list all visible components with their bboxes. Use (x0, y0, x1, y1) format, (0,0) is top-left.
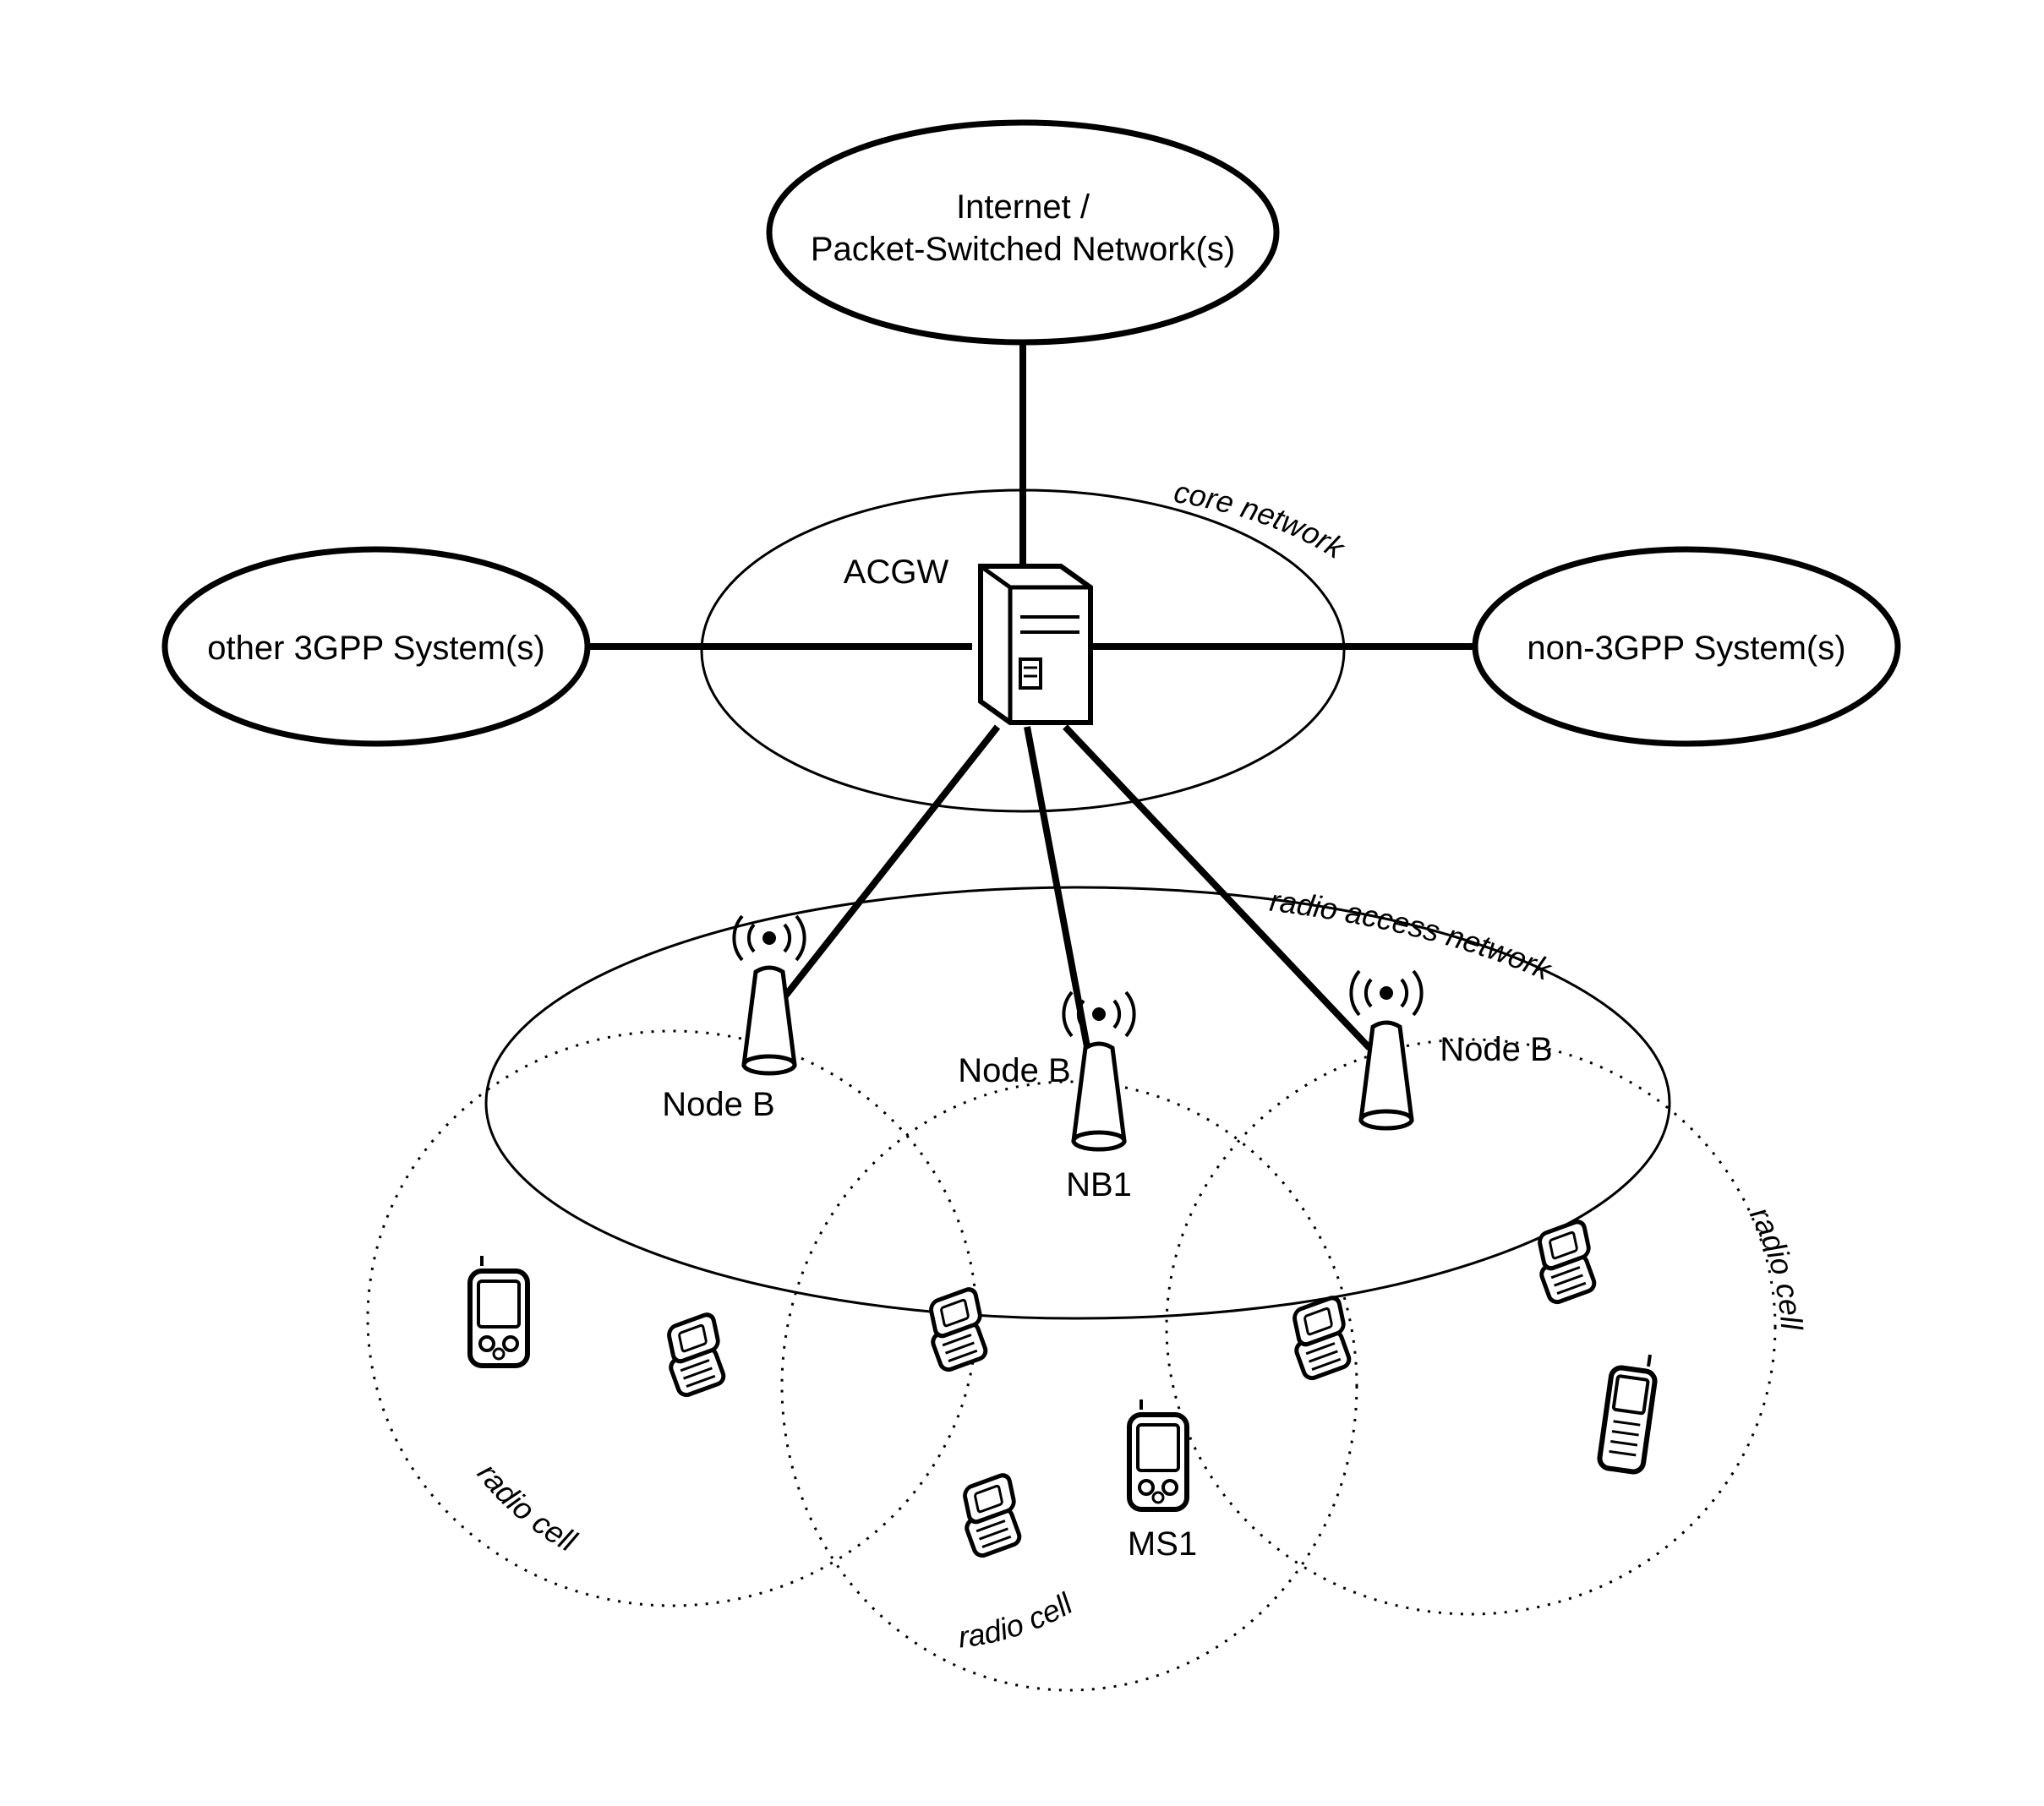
pda-icon (1129, 1400, 1187, 1509)
non-3gpp-label: non-3GPP System(s) (1527, 630, 1845, 667)
non-3gpp-cloud: non-3GPP System(s) (1475, 549, 1898, 744)
node-b-label-left: Node B (662, 1086, 774, 1123)
node-b-right: Node B (1351, 971, 1552, 1128)
pda-icon (470, 1256, 527, 1366)
node-b-left: Node B (662, 916, 804, 1123)
internet-label-line2: Packet-Switched Network(s) (811, 231, 1235, 268)
antenna-icon (1063, 992, 1134, 1036)
tower-icon (744, 968, 795, 1073)
barphone-icon (1599, 1350, 1659, 1473)
ms1-label: MS1 (1128, 1525, 1197, 1563)
radio-cell-label-left: radio cell (471, 1456, 582, 1558)
antenna-icon (734, 916, 804, 960)
svg-text:core network: core network (1172, 474, 1353, 566)
node-b-label-middle: Node B (958, 1052, 1070, 1089)
internet-label-line1: Internet / (956, 188, 1090, 226)
internet-cloud: Internet / Packet-Switched Network(s) (769, 123, 1276, 342)
svg-text:radio cell: radio cell (1743, 1201, 1809, 1331)
network-diagram: Internet / Packet-Switched Network(s) ot… (0, 0, 2044, 1806)
node-b-label-right: Node B (1440, 1031, 1552, 1068)
radio-cell-label-mid: radio cell (957, 1585, 1079, 1654)
flipphone-icon (1283, 1296, 1361, 1380)
flipphone-icon (920, 1287, 997, 1372)
acgw-label: ACGW (844, 554, 949, 591)
other-3gpp-label: other 3GPP System(s) (207, 630, 544, 667)
acgw-server-icon (981, 566, 1090, 723)
radio-cell-label-right: radio cell (1743, 1201, 1809, 1331)
tower-icon (1074, 1044, 1124, 1149)
svg-text:radio cell: radio cell (471, 1456, 582, 1558)
other-3gpp-cloud: other 3GPP System(s) (165, 549, 588, 744)
svg-text:radio cell: radio cell (957, 1585, 1079, 1654)
flipphone-icon (1528, 1219, 1606, 1304)
nb1-label: NB1 (1066, 1166, 1132, 1203)
node-b-middle: Node B NB1 (958, 992, 1134, 1203)
devices: MS1 (470, 1219, 1659, 1563)
radio-cell-right (1167, 1039, 1775, 1614)
flipphone-icon (954, 1473, 1031, 1558)
tower-icon (1361, 1023, 1412, 1128)
antenna-icon (1351, 971, 1421, 1015)
flipphone-icon (658, 1312, 735, 1397)
core-network-label: core network (1172, 474, 1353, 566)
radio-cells (368, 1031, 1775, 1690)
